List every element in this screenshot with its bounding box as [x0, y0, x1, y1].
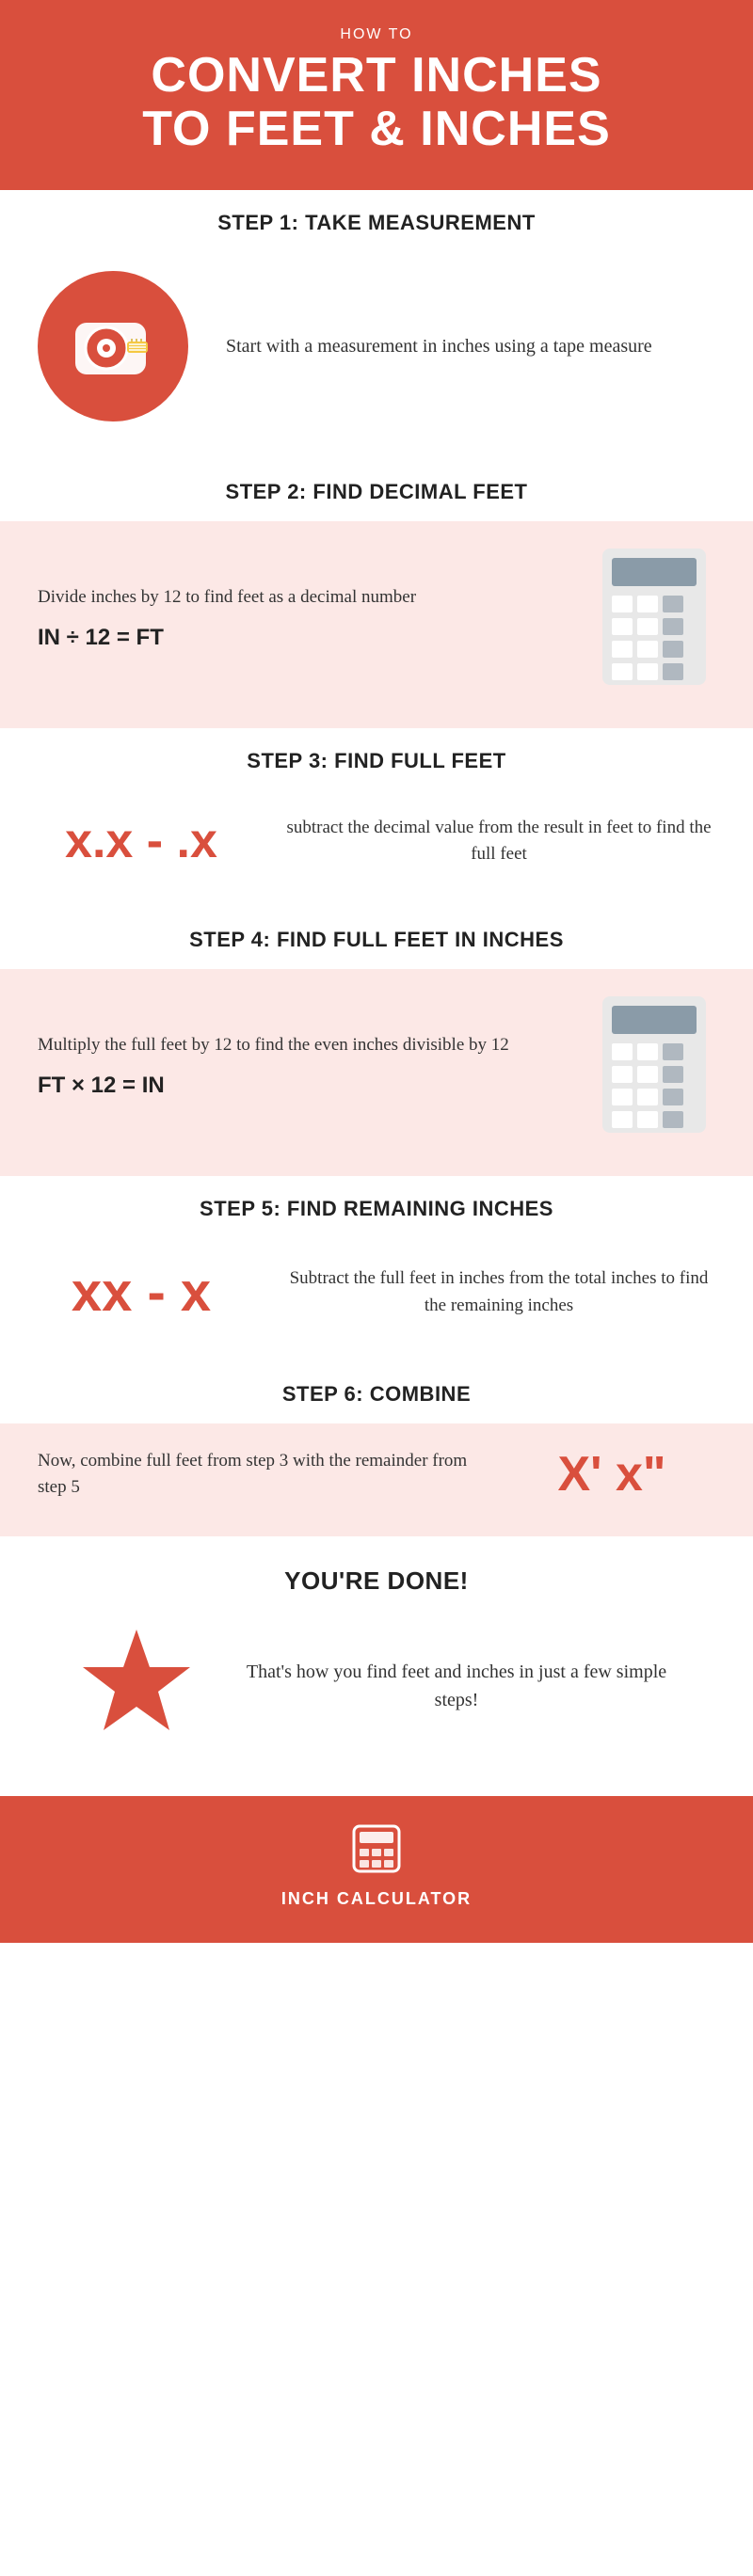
step3-body: subtract the decimal value from the resu…	[282, 815, 715, 868]
done-section: YOU'RE DONE! That's how you find feet an…	[0, 1536, 753, 1796]
step5-formula: xx - x	[38, 1261, 245, 1324]
step5-heading: STEP 5: FIND REMAINING INCHES	[0, 1176, 753, 1238]
step6-text-block: Now, combine full feet from step 3 with …	[38, 1448, 480, 1502]
step6-section: STEP 6: COMBINE Now, combine full feet f…	[0, 1361, 753, 1536]
calculator-icon-2	[593, 992, 715, 1142]
step6-heading: STEP 6: COMBINE	[0, 1361, 753, 1423]
step4-content: Multiply the full feet by 12 to find the…	[0, 969, 753, 1176]
step3-heading: STEP 3: FIND FULL FEET	[0, 728, 753, 790]
done-content: That's how you find feet and inches in j…	[19, 1613, 734, 1796]
step2-heading: STEP 2: FIND DECIMAL FEET	[0, 459, 753, 521]
footer: INCH CALCULATOR	[0, 1796, 753, 1943]
step2-section: STEP 2: FIND DECIMAL FEET Divide inches …	[0, 459, 753, 728]
step5-section: STEP 5: FIND REMAINING INCHES xx - x Sub…	[0, 1176, 753, 1361]
step4-heading: STEP 4: FIND FULL FEET IN INCHES	[0, 907, 753, 969]
step4-section: STEP 4: FIND FULL FEET IN INCHES Multipl…	[0, 907, 753, 1176]
step2-formula: IN ÷ 12 = FT	[38, 621, 565, 655]
calculator-icon-1	[593, 544, 715, 694]
footer-brand: INCH CALCULATOR	[19, 1889, 734, 1909]
step6-content: Now, combine full feet from step 3 with …	[0, 1423, 753, 1536]
step3-formula: x.x - .x	[38, 813, 245, 869]
header-subtitle: HOW TO	[56, 26, 697, 43]
step2-content: Divide inches by 12 to find feet as a de…	[0, 521, 753, 728]
step1-content: Start with a measurement in inches using…	[0, 252, 753, 459]
step4-formula: FT × 12 = IN	[38, 1069, 565, 1103]
tape-measure-icon	[38, 271, 188, 421]
calculator-svg-2	[593, 992, 715, 1137]
step3-content: x.x - .x subtract the decimal value from…	[0, 790, 753, 907]
step5-content: xx - x Subtract the full feet in inches …	[0, 1238, 753, 1361]
footer-logo-icon	[352, 1824, 401, 1873]
header-title: CONVERT INCHES TO FEET & INCHES	[56, 49, 697, 156]
header: HOW TO CONVERT INCHES TO FEET & INCHES	[0, 0, 753, 190]
step1-section: STEP 1: TAKE MEASUREMENT	[0, 190, 753, 459]
step1-body: Start with a measurement in inches using…	[226, 332, 652, 360]
calculator-svg-1	[593, 544, 715, 690]
step5-body: Subtract the full feet in inches from th…	[282, 1265, 715, 1319]
done-body: That's how you find feet and inches in j…	[235, 1658, 678, 1714]
star-icon	[75, 1622, 198, 1749]
tape-measure-svg	[61, 294, 165, 398]
step1-heading: STEP 1: TAKE MEASUREMENT	[0, 190, 753, 252]
step4-text-block: Multiply the full feet by 12 to find the…	[38, 1032, 565, 1103]
done-heading: YOU'RE DONE!	[19, 1546, 734, 1613]
step2-text-block: Divide inches by 12 to find feet as a de…	[38, 584, 565, 655]
step3-section: STEP 3: FIND FULL FEET x.x - .x subtract…	[0, 728, 753, 907]
star-svg	[75, 1622, 198, 1744]
step6-formula: X' x"	[508, 1446, 715, 1503]
